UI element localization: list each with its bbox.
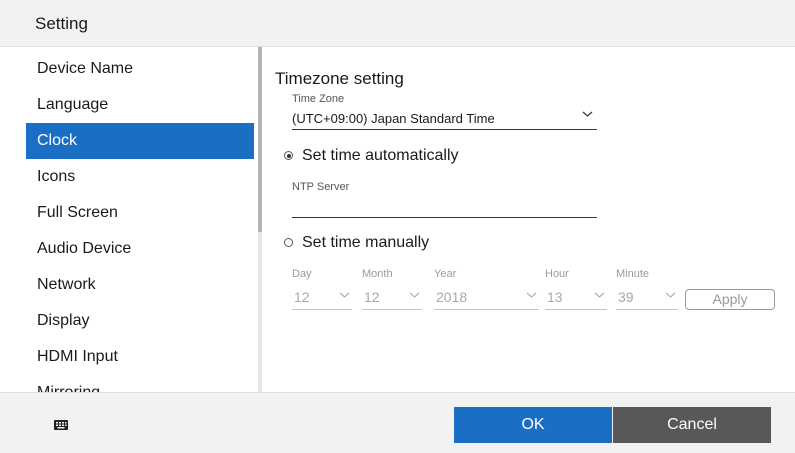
chevron-down-icon [339,289,350,303]
sidebar-item-device-name[interactable]: Device Name [26,51,254,87]
chevron-down-icon [594,289,605,303]
day-select[interactable]: 12 [292,287,352,310]
sidebar-item-audio-device[interactable]: Audio Device [26,231,254,267]
day-value: 12 [294,289,310,305]
ntp-server-input[interactable] [292,197,597,218]
sidebar-item-network[interactable]: Network [26,267,254,303]
chevron-down-icon [665,289,676,303]
cancel-button[interactable]: Cancel [613,407,771,443]
chevron-down-icon [526,289,537,303]
title-bar: Setting [0,0,795,47]
year-select[interactable]: 2018 [434,287,539,310]
sidebar-item-full-screen[interactable]: Full Screen [26,195,254,231]
auto-time-label: Set time automatically [302,147,459,164]
month-value: 12 [364,289,380,305]
ok-button[interactable]: OK [454,407,612,443]
timezone-label: Time Zone [292,93,345,105]
sidebar-item-mirroring[interactable]: Mirroring [26,375,254,392]
timezone-select[interactable]: (UTC+09:00) Japan Standard Time [292,107,597,130]
sidebar-item-clock[interactable]: Clock [26,123,254,159]
clock-panel: Timezone setting Time Zone (UTC+09:00) J… [262,47,795,392]
hour-select[interactable]: 13 [545,287,607,310]
day-label: Day [292,268,312,280]
hour-value: 13 [547,289,563,305]
manual-time-label: Set time manually [302,234,430,251]
minute-value: 39 [618,289,634,305]
window-title: Setting [35,14,88,33]
settings-dialog: Setting Device Name Language Clock Icons… [0,0,795,453]
sidebar-item-language[interactable]: Language [26,87,254,123]
ntp-server-label: NTP Server [292,181,350,193]
minute-select[interactable]: 39 [616,287,678,310]
manual-time-radio[interactable] [284,238,293,247]
auto-time-radio[interactable] [284,151,293,160]
hour-label: Hour [545,268,569,280]
sidebar-item-display[interactable]: Display [26,303,254,339]
sidebar-item-hdmi-input[interactable]: HDMI Input [26,339,254,375]
dialog-footer: OK Cancel [0,392,795,453]
minute-label: Minute [616,268,650,280]
apply-button[interactable]: Apply [685,289,775,310]
chevron-down-icon [409,289,420,303]
keyboard-icon[interactable] [54,417,68,430]
chevron-down-icon [582,108,593,122]
month-label: Month [362,268,393,280]
timezone-value: (UTC+09:00) Japan Standard Time [292,111,495,126]
month-select[interactable]: 12 [362,287,422,310]
settings-sidebar: Device Name Language Clock Icons Full Sc… [0,47,258,392]
sidebar-item-icons[interactable]: Icons [26,159,254,195]
year-value: 2018 [436,289,468,305]
timezone-heading: Timezone setting [275,69,404,88]
year-label: Year [434,268,457,280]
